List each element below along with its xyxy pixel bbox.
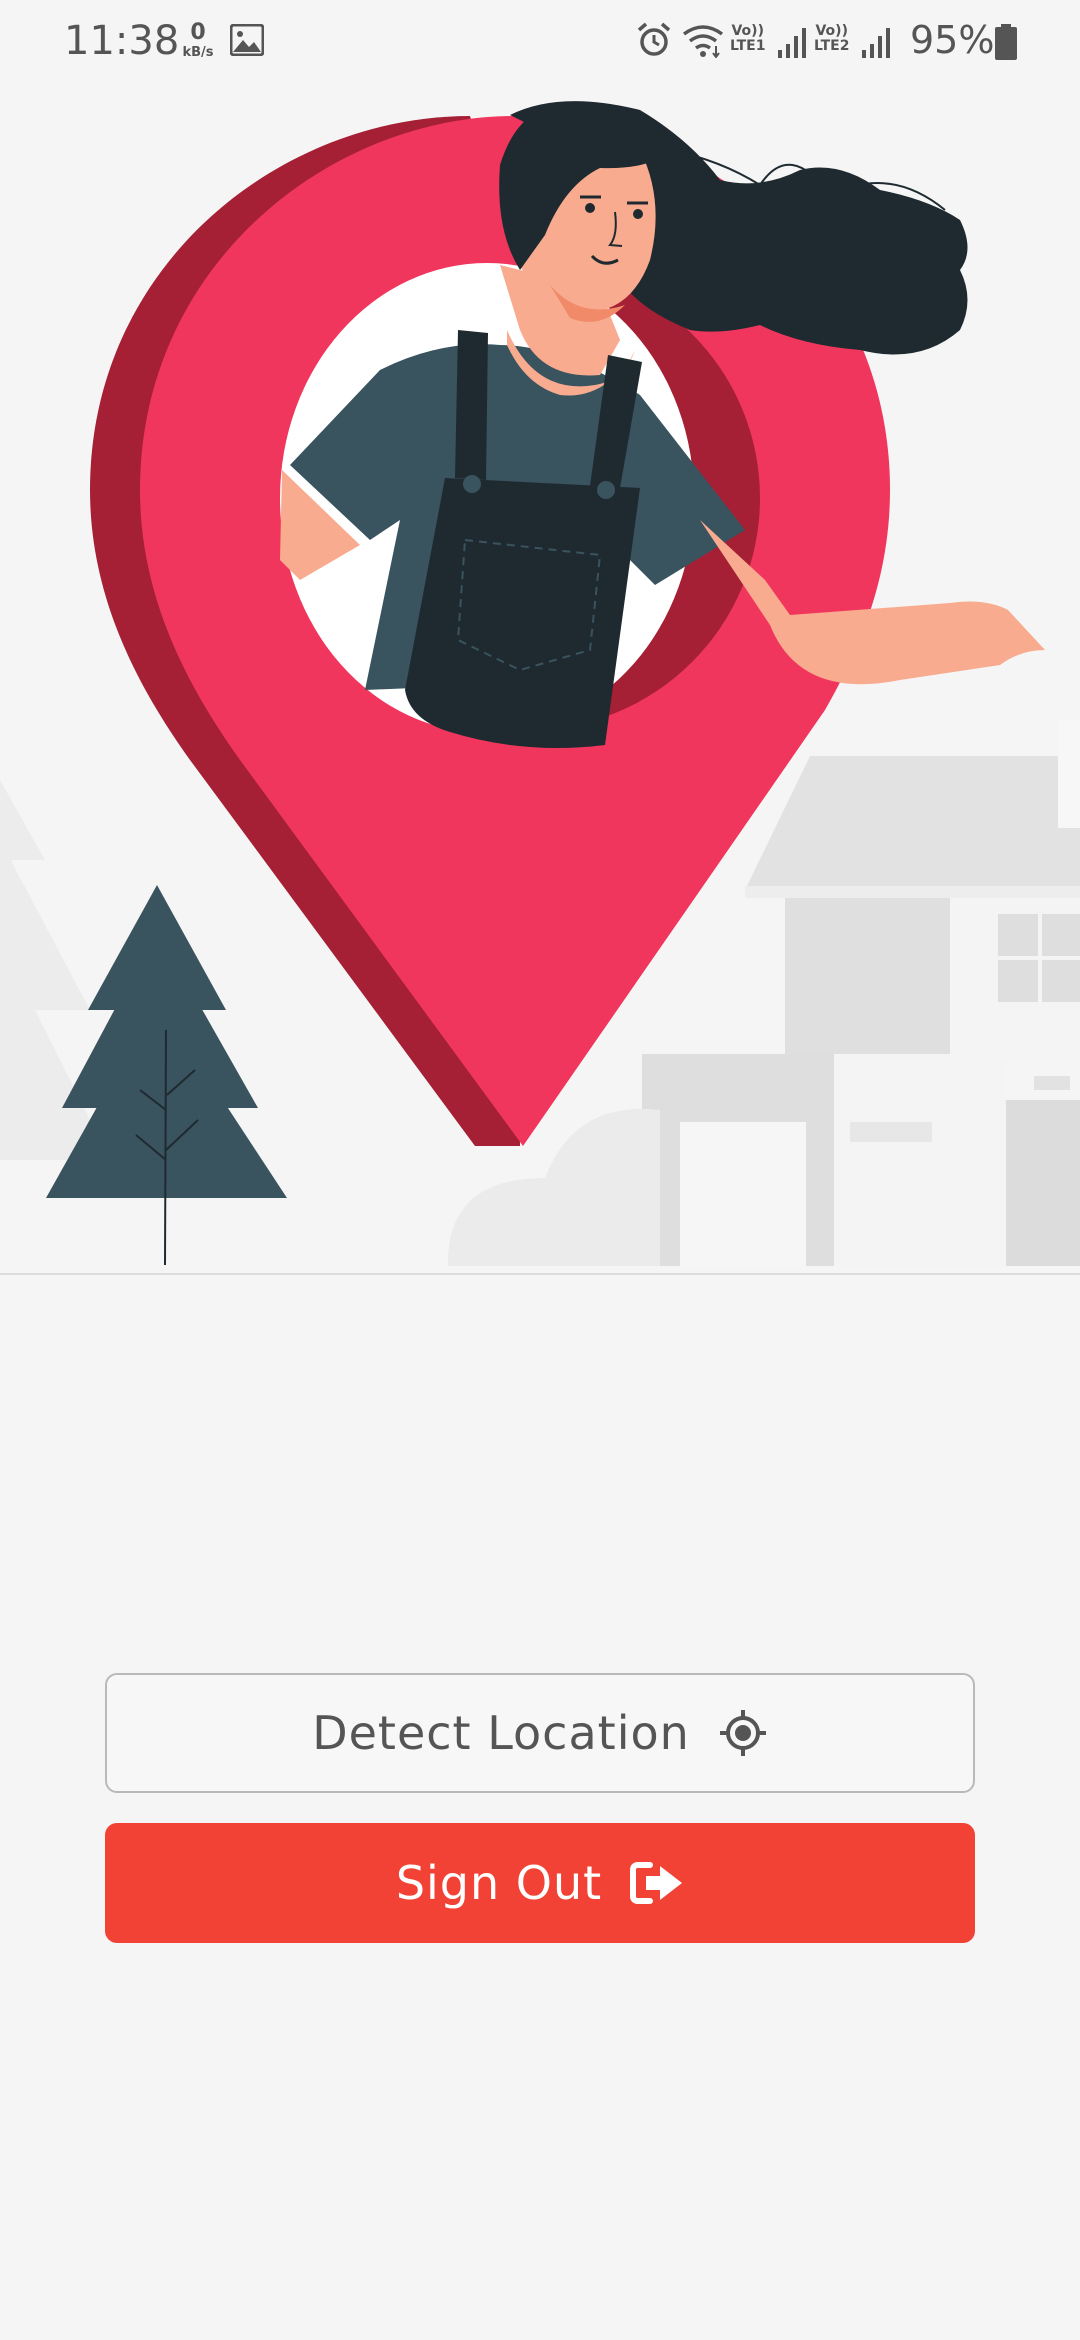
status-time: 11:38 bbox=[64, 18, 180, 64]
network-speed-value: 0 bbox=[190, 20, 206, 45]
sim2-volte-label: Vo)) bbox=[815, 23, 848, 39]
signal-icon bbox=[778, 26, 808, 62]
gallery-icon bbox=[229, 23, 265, 60]
network-speed-unit: kB/s bbox=[182, 45, 214, 60]
alarm-icon bbox=[636, 22, 672, 62]
sign-out-button[interactable]: Sign Out bbox=[105, 1823, 975, 1943]
tree-icon bbox=[46, 885, 287, 1266]
sim2-lte-label: LTE2 bbox=[814, 37, 850, 54]
crosshair-icon bbox=[718, 1708, 768, 1758]
signal-icon-sim2 bbox=[862, 26, 892, 62]
status-bar: 11:38 0 kB/s Vo)) LTE1 Vo)) LTE2 95% bbox=[0, 0, 1080, 84]
battery-percentage: 95% bbox=[910, 18, 995, 62]
sim1-lte-label: LTE1 bbox=[730, 37, 766, 54]
battery-icon bbox=[994, 24, 1018, 64]
wifi-icon bbox=[682, 24, 724, 62]
sim1-volte-label: Vo)) bbox=[731, 23, 764, 39]
network-speed: 0 kB/s bbox=[178, 20, 218, 60]
detect-location-label: Detect Location bbox=[312, 1706, 690, 1760]
detect-location-button[interactable]: Detect Location bbox=[105, 1673, 975, 1793]
location-illustration bbox=[0, 84, 1080, 1280]
sign-out-label: Sign Out bbox=[395, 1856, 603, 1910]
sign-out-icon bbox=[630, 1861, 684, 1905]
sim1-network-label: Vo)) LTE1 bbox=[730, 24, 765, 53]
sim2-network-label: Vo)) LTE2 bbox=[814, 24, 849, 53]
divider bbox=[0, 1273, 1080, 1275]
